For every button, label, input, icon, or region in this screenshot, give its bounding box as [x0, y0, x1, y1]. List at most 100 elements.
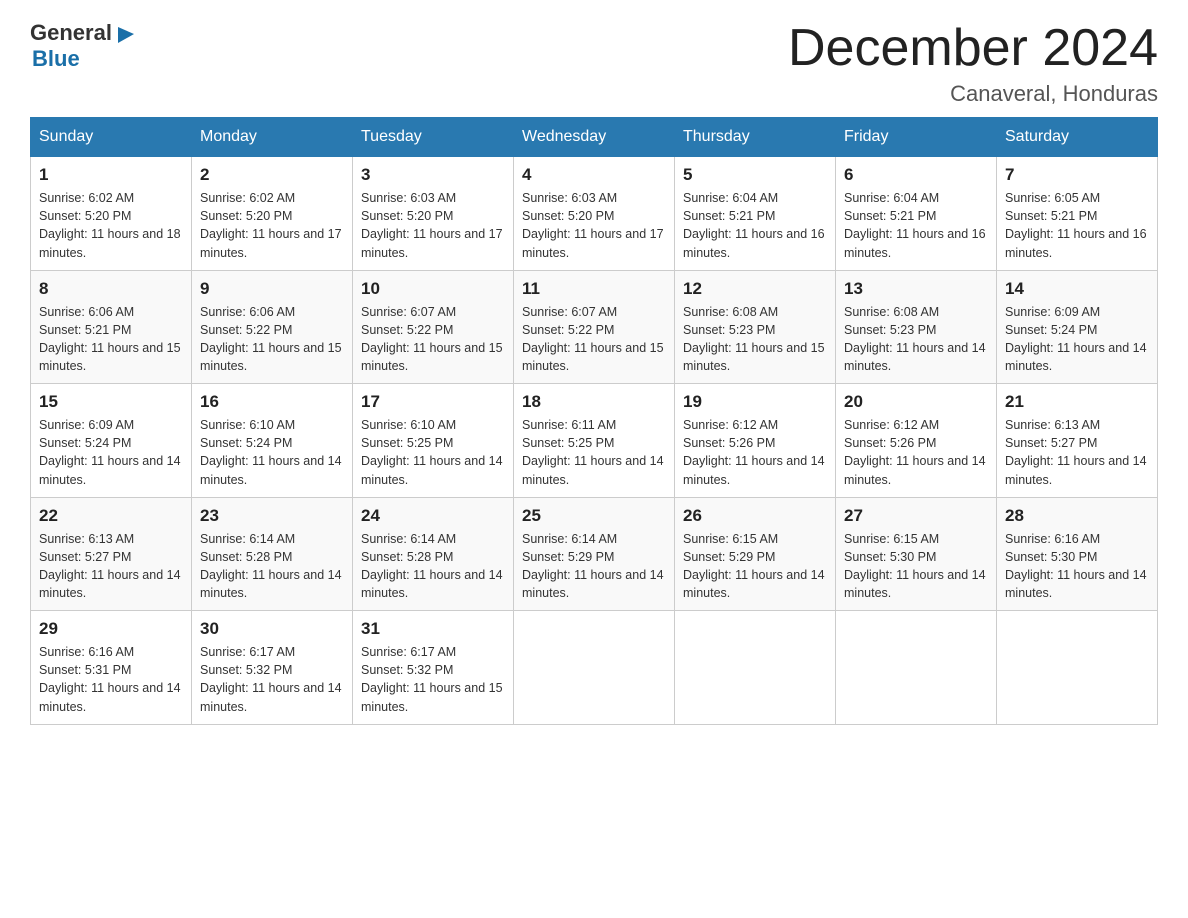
logo-triangle-icon: [114, 23, 136, 45]
day-number: 18: [522, 392, 666, 412]
day-info: Sunrise: 6:17 AMSunset: 5:32 PMDaylight:…: [361, 643, 505, 716]
calendar-cell: 4 Sunrise: 6:03 AMSunset: 5:20 PMDaylight…: [514, 157, 675, 271]
day-info: Sunrise: 6:03 AMSunset: 5:20 PMDaylight:…: [522, 189, 666, 262]
day-info: Sunrise: 6:09 AMSunset: 5:24 PMDaylight:…: [39, 416, 183, 489]
day-number: 4: [522, 165, 666, 185]
day-info: Sunrise: 6:10 AMSunset: 5:25 PMDaylight:…: [361, 416, 505, 489]
calendar-cell: 15 Sunrise: 6:09 AMSunset: 5:24 PMDayligh…: [31, 384, 192, 498]
day-info: Sunrise: 6:02 AMSunset: 5:20 PMDaylight:…: [200, 189, 344, 262]
day-info: Sunrise: 6:14 AMSunset: 5:29 PMDaylight:…: [522, 530, 666, 603]
day-number: 6: [844, 165, 988, 185]
day-number: 31: [361, 619, 505, 639]
calendar-cell: 10Sunrise: 6:07 AMSunset: 5:22 PMDayligh…: [353, 270, 514, 384]
day-info: Sunrise: 6:14 AMSunset: 5:28 PMDaylight:…: [361, 530, 505, 603]
calendar-cell: 26Sunrise: 6:15 AMSunset: 5:29 PMDayligh…: [675, 497, 836, 611]
calendar-cell: 23Sunrise: 6:14 AMSunset: 5:28 PMDayligh…: [192, 497, 353, 611]
day-number: 2: [200, 165, 344, 185]
day-info: Sunrise: 6:10 AMSunset: 5:24 PMDaylight:…: [200, 416, 344, 489]
day-info: Sunrise: 6:03 AMSunset: 5:20 PMDaylight:…: [361, 189, 505, 262]
day-info: Sunrise: 6:13 AMSunset: 5:27 PMDaylight:…: [1005, 416, 1149, 489]
calendar-cell: 9 Sunrise: 6:06 AMSunset: 5:22 PMDaylight…: [192, 270, 353, 384]
calendar-cell: 3 Sunrise: 6:03 AMSunset: 5:20 PMDaylight…: [353, 157, 514, 271]
day-number: 28: [1005, 506, 1149, 526]
header-day-monday: Monday: [192, 118, 353, 157]
calendar-cell: 1Sunrise: 6:02 AMSunset: 5:20 PMDaylight…: [31, 157, 192, 271]
week-row-3: 15 Sunrise: 6:09 AMSunset: 5:24 PMDayligh…: [31, 384, 1158, 498]
calendar-cell: 17 Sunrise: 6:10 AMSunset: 5:25 PMDayligh…: [353, 384, 514, 498]
header-day-tuesday: Tuesday: [353, 118, 514, 157]
calendar-cell: 22 Sunrise: 6:13 AMSunset: 5:27 PMDayligh…: [31, 497, 192, 611]
header-day-saturday: Saturday: [997, 118, 1158, 157]
week-row-2: 8 Sunrise: 6:06 AMSunset: 5:21 PMDaylight…: [31, 270, 1158, 384]
calendar-cell: [836, 611, 997, 725]
calendar-cell: 6 Sunrise: 6:04 AMSunset: 5:21 PMDaylight…: [836, 157, 997, 271]
calendar-cell: 21 Sunrise: 6:13 AMSunset: 5:27 PMDayligh…: [997, 384, 1158, 498]
day-info: Sunrise: 6:15 AMSunset: 5:30 PMDaylight:…: [844, 530, 988, 603]
calendar-subtitle: Canaveral, Honduras: [788, 81, 1158, 107]
week-row-1: 1 Sunrise: 6:02 AMSunset: 5:20 PMDaylight…: [31, 157, 1158, 271]
day-number: 26: [683, 506, 827, 526]
day-info: Sunrise: 6:11 AMSunset: 5:25 PMDaylight:…: [522, 416, 666, 489]
calendar-table: SundayMondayTuesdayWednesdayThursdayFrid…: [30, 117, 1158, 725]
header-day-friday: Friday: [836, 118, 997, 157]
day-number: 16: [200, 392, 344, 412]
calendar-cell: 13Sunrise: 6:08 AMSunset: 5:23 PMDayligh…: [836, 270, 997, 384]
calendar-cell: 25 Sunrise: 6:14 AMSunset: 5:29 PMDayligh…: [514, 497, 675, 611]
day-number: 1: [39, 165, 183, 185]
calendar-cell: 7Sunrise: 6:05 AMSunset: 5:21 PMDaylight…: [997, 157, 1158, 271]
day-info: Sunrise: 6:06 AMSunset: 5:22 PMDaylight:…: [200, 303, 344, 376]
calendar-header: SundayMondayTuesdayWednesdayThursdayFrid…: [31, 118, 1158, 157]
day-number: 8: [39, 279, 183, 299]
day-info: Sunrise: 6:17 AMSunset: 5:32 PMDaylight:…: [200, 643, 344, 716]
title-section: December 2024 Canaveral, Honduras: [788, 20, 1158, 107]
day-info: Sunrise: 6:09 AMSunset: 5:24 PMDaylight:…: [1005, 303, 1149, 376]
day-number: 25: [522, 506, 666, 526]
day-info: Sunrise: 6:13 AMSunset: 5:27 PMDaylight:…: [39, 530, 183, 603]
calendar-cell: 2 Sunrise: 6:02 AMSunset: 5:20 PMDaylight…: [192, 157, 353, 271]
calendar-cell: [997, 611, 1158, 725]
page-header: General Blue December 2024 Canaveral, Ho…: [30, 20, 1158, 107]
calendar-body: 1 Sunrise: 6:02 AMSunset: 5:20 PMDaylight…: [31, 157, 1158, 725]
day-number: 12: [683, 279, 827, 299]
header-day-sunday: Sunday: [31, 118, 192, 157]
day-info: Sunrise: 6:12 AMSunset: 5:26 PMDaylight:…: [844, 416, 988, 489]
header-day-thursday: Thursday: [675, 118, 836, 157]
calendar-cell: [675, 611, 836, 725]
day-number: 27: [844, 506, 988, 526]
calendar-cell: 29Sunrise: 6:16 AMSunset: 5:31 PMDayligh…: [31, 611, 192, 725]
day-info: Sunrise: 6:04 AMSunset: 5:21 PMDaylight:…: [844, 189, 988, 262]
calendar-title: December 2024: [788, 20, 1158, 77]
calendar-cell: 11 Sunrise: 6:07 AMSunset: 5:22 PMDayligh…: [514, 270, 675, 384]
day-number: 13: [844, 279, 988, 299]
day-info: Sunrise: 6:05 AMSunset: 5:21 PMDaylight:…: [1005, 189, 1149, 262]
logo: General Blue: [30, 20, 136, 72]
calendar-cell: 20 Sunrise: 6:12 AMSunset: 5:26 PMDayligh…: [836, 384, 997, 498]
header-day-wednesday: Wednesday: [514, 118, 675, 157]
calendar-cell: 8 Sunrise: 6:06 AMSunset: 5:21 PMDaylight…: [31, 270, 192, 384]
logo-general-text: General: [30, 20, 112, 46]
calendar-cell: 18 Sunrise: 6:11 AMSunset: 5:25 PMDayligh…: [514, 384, 675, 498]
day-number: 19: [683, 392, 827, 412]
calendar-cell: 12 Sunrise: 6:08 AMSunset: 5:23 PMDayligh…: [675, 270, 836, 384]
day-number: 11: [522, 279, 666, 299]
day-info: Sunrise: 6:06 AMSunset: 5:21 PMDaylight:…: [39, 303, 183, 376]
day-number: 15: [39, 392, 183, 412]
day-info: Sunrise: 6:08 AMSunset: 5:23 PMDaylight:…: [683, 303, 827, 376]
day-number: 5: [683, 165, 827, 185]
day-info: Sunrise: 6:12 AMSunset: 5:26 PMDaylight:…: [683, 416, 827, 489]
day-number: 22: [39, 506, 183, 526]
logo-blue-text: Blue: [30, 46, 136, 72]
day-number: 17: [361, 392, 505, 412]
calendar-cell: 28Sunrise: 6:16 AMSunset: 5:30 PMDayligh…: [997, 497, 1158, 611]
day-info: Sunrise: 6:07 AMSunset: 5:22 PMDaylight:…: [361, 303, 505, 376]
day-number: 21: [1005, 392, 1149, 412]
day-number: 3: [361, 165, 505, 185]
day-number: 30: [200, 619, 344, 639]
calendar-cell: 31 Sunrise: 6:17 AMSunset: 5:32 PMDayligh…: [353, 611, 514, 725]
calendar-cell: 27 Sunrise: 6:15 AMSunset: 5:30 PMDayligh…: [836, 497, 997, 611]
calendar-cell: 19 Sunrise: 6:12 AMSunset: 5:26 PMDayligh…: [675, 384, 836, 498]
day-number: 20: [844, 392, 988, 412]
day-number: 9: [200, 279, 344, 299]
day-info: Sunrise: 6:07 AMSunset: 5:22 PMDaylight:…: [522, 303, 666, 376]
day-number: 23: [200, 506, 344, 526]
